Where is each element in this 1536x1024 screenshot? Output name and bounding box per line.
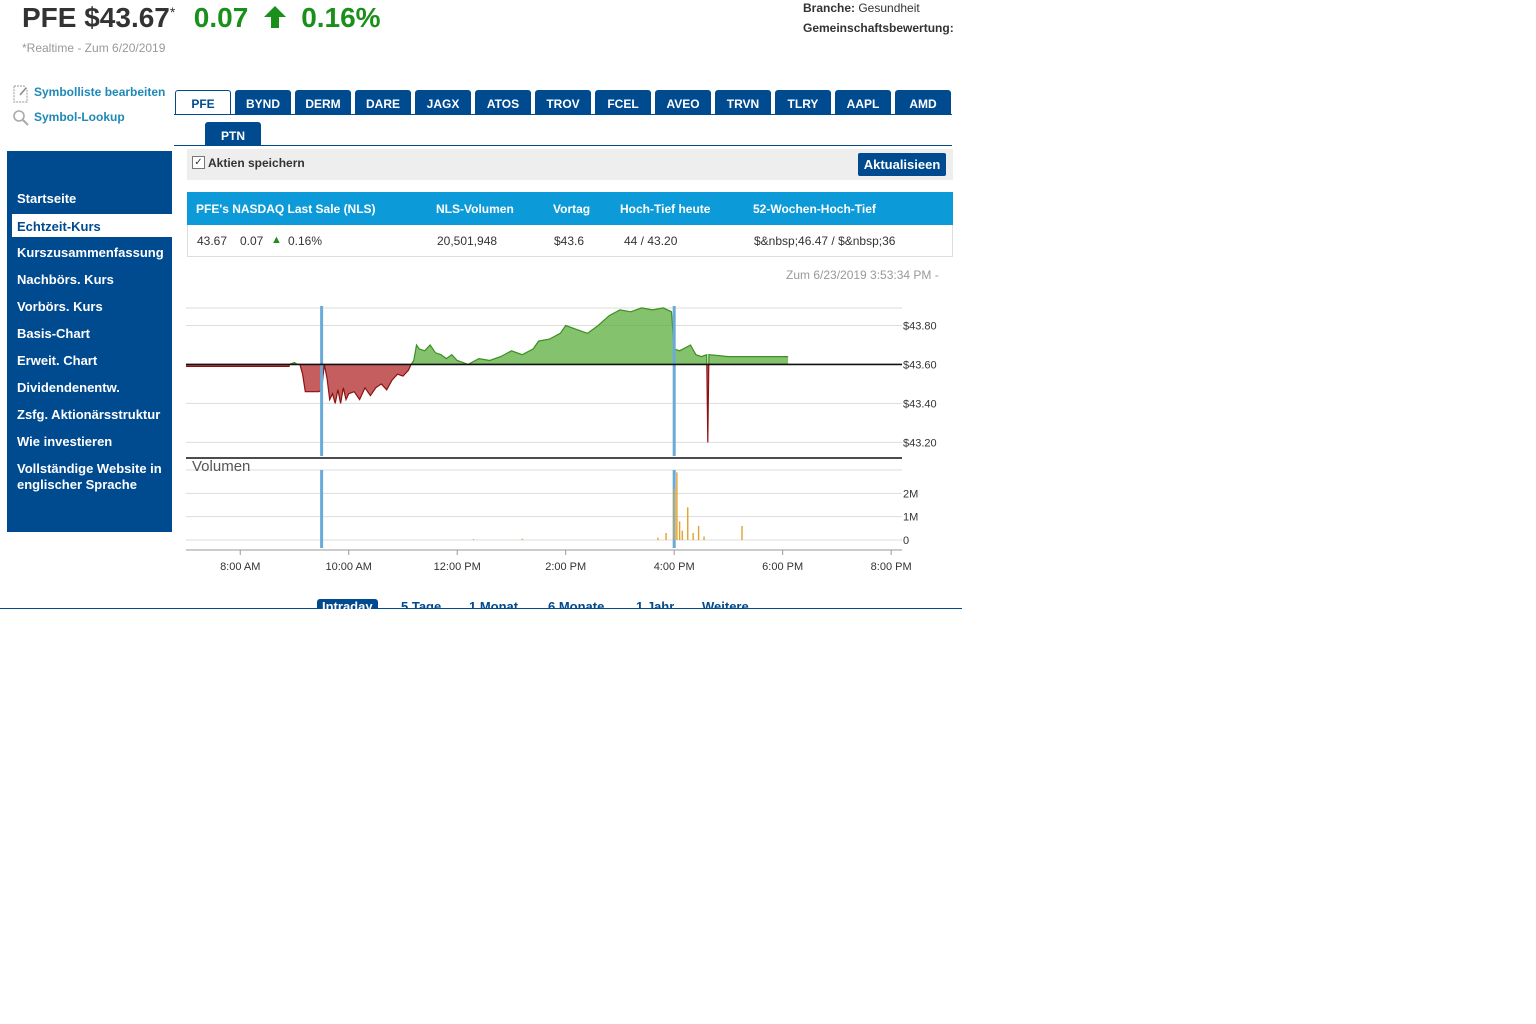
price-area-up <box>289 307 789 365</box>
price-axis: $43.80 $43.60 $43.40 $43.20 <box>903 320 937 449</box>
time-tick-label: 6:00 PM <box>762 561 803 573</box>
side-nav: Startseite Echtzeit-Kurs Kurszusammenfas… <box>7 151 172 532</box>
range-1-jahr[interactable]: 1 Jahr <box>636 599 674 609</box>
search-icon <box>13 110 29 126</box>
range-1-monat[interactable]: 1 Monat <box>469 599 518 609</box>
price-line-down <box>186 364 710 443</box>
nav-aktionaersstruktur[interactable]: Zsfg. Aktionärsstruktur <box>17 407 172 423</box>
time-tick-label: 8:00 PM <box>871 561 912 573</box>
range-weitere[interactable]: Weitere <box>702 599 749 609</box>
up-triangle-icon: ▲ <box>271 234 282 246</box>
nav-startseite[interactable]: Startseite <box>17 191 172 207</box>
nav-erweit-chart[interactable]: Erweit. Chart <box>17 353 172 369</box>
volume-label: Volumen <box>192 458 250 475</box>
tab-atos[interactable]: ATOS <box>475 90 531 114</box>
nav-basis-chart[interactable]: Basis-Chart <box>17 326 172 342</box>
symbol-lookup-label: Symbol-Lookup <box>34 110 125 124</box>
volume-bars <box>472 472 743 540</box>
refresh-button[interactable]: Aktualisieen <box>858 153 946 176</box>
time-tick-label: 10:00 AM <box>325 561 371 573</box>
edit-list-icon <box>13 85 28 103</box>
price-tick-label: $43.80 <box>903 320 937 332</box>
tab-bynd[interactable]: BYND <box>235 90 291 114</box>
price-change: 0.07 <box>193 2 249 33</box>
tab-aapl[interactable]: AAPL <box>835 90 891 114</box>
cell-change-pct: 0.16% <box>288 234 323 248</box>
col-52-week: 52-Wochen-Hoch-Tief <box>753 202 876 216</box>
volume-tick-label: 1M <box>903 512 918 524</box>
nav-wie-investieren[interactable]: Wie investieren <box>17 434 172 450</box>
col-volume: NLS-Volumen <box>436 202 514 216</box>
range-5-tage[interactable]: 5 Tage <box>401 599 441 609</box>
symbol-price: PFE $43.67 <box>22 2 170 33</box>
time-tick-label: 8:00 AM <box>220 561 260 573</box>
table-row: 43.67 0.07 ▲ 0.16% 20,501,948 $43.6 44 /… <box>187 225 953 257</box>
volume-axis: 2M 1M 0 <box>903 488 918 547</box>
tab-pfe[interactable]: PFE <box>175 90 231 114</box>
intraday-chart: Volumen $43.80 $43.60 $43.40 $43.20 2M 1M 0 8… <box>186 306 937 573</box>
time-tick-label: 12:00 PM <box>434 561 481 573</box>
sector-value: Gesundheit <box>855 1 920 15</box>
nav-nachboers-kurs[interactable]: Nachbörs. Kurs <box>17 272 172 288</box>
tab-trov[interactable]: TROV <box>535 90 591 114</box>
tab-aveo[interactable]: AVEO <box>655 90 711 114</box>
tab-trvn[interactable]: TRVN <box>715 90 771 114</box>
sector-label: Branche: <box>803 1 856 15</box>
cell-prev-close: $43.6 <box>554 234 585 248</box>
time-axis: 8:00 AM 10:00 AM 12:00 PM 2:00 PM 4:00 PM 6:0… <box>220 550 912 573</box>
sector-info: Branche: Gesundheit Gemeinschaftsbewertu… <box>803 0 954 38</box>
price-area <box>186 307 789 443</box>
save-stocks-label: Aktien speichern <box>208 156 305 170</box>
price-tick-label: $43.20 <box>903 437 937 449</box>
cell-day-range: 44 / 43.20 <box>624 234 678 248</box>
volume-tick-label: 2M <box>903 488 918 500</box>
price-line-up <box>288 307 789 365</box>
range-intraday[interactable]: Intraday <box>317 599 378 609</box>
col-prev-close: Vortag <box>553 202 591 216</box>
tab-tlry[interactable]: TLRY <box>775 90 831 114</box>
realtime-note: *Realtime - Zum 6/20/2019 <box>22 41 166 55</box>
nav-dividendenentw[interactable]: Dividendenentw. <box>17 380 172 396</box>
tab-jagx[interactable]: JAGX <box>415 90 471 114</box>
price-change-pct: 0.16% <box>301 2 381 33</box>
volume-tick-label: 0 <box>903 535 909 547</box>
price-tick-label: $43.40 <box>903 398 937 410</box>
cell-change: 0.07 <box>240 234 264 248</box>
rating-label: Gemeinschaftsbewertung: <box>803 21 954 35</box>
tab-divider <box>174 145 952 146</box>
nav-englische-website[interactable]: Vollständige Website in englischer Sprac… <box>17 461 172 493</box>
tab-derm[interactable]: DERM <box>295 90 351 114</box>
nav-echtzeit-kurs[interactable]: Echtzeit-Kurs <box>12 214 172 237</box>
price-area-down <box>186 364 789 443</box>
save-stocks-checkbox[interactable]: ✓ <box>192 156 205 169</box>
cell-last: 43.67 <box>197 234 228 248</box>
nav-kurszusammenfassung[interactable]: Kurszusammenfassung <box>17 245 172 261</box>
tab-ptn[interactable]: PTN <box>205 122 261 146</box>
col-day-range: Hoch-Tief heute <box>620 202 711 216</box>
price-tick-label: $43.60 <box>903 359 937 371</box>
nav-vorboers-kurs[interactable]: Vorbörs. Kurs <box>17 299 172 315</box>
tab-amd[interactable]: AMD <box>895 90 951 114</box>
tab-dare[interactable]: DARE <box>355 90 411 114</box>
as-of-timestamp: Zum 6/23/2019 3:53:34 PM - <box>786 268 939 282</box>
tab-fcel[interactable]: FCEL <box>595 90 651 114</box>
col-last-sale: PFE's NASDAQ Last Sale (NLS) <box>196 202 376 216</box>
edit-symbol-list-link[interactable]: Symbolliste bearbeiten <box>13 85 166 103</box>
time-tick-label: 4:00 PM <box>654 561 695 573</box>
quote-table-header: PFE's NASDAQ Last Sale (NLS) NLS-Volumen… <box>187 192 953 225</box>
quote-header: PFE $43.67* 0.07 0.16% <box>22 2 381 42</box>
realtime-asterisk: * <box>169 4 176 20</box>
cell-volume: 20,501,948 <box>437 234 498 248</box>
edit-symbol-list-label: Symbolliste bearbeiten <box>34 85 166 99</box>
tab-row-divider <box>174 114 952 115</box>
range-6-monate[interactable]: 6 Monate <box>548 599 604 609</box>
up-arrow-icon <box>263 6 286 28</box>
time-tick-label: 2:00 PM <box>545 561 586 573</box>
cell-52-week: $&nbsp;46.47 / $&nbsp;36 <box>754 234 896 248</box>
symbol-lookup-link[interactable]: Symbol-Lookup <box>13 110 125 126</box>
